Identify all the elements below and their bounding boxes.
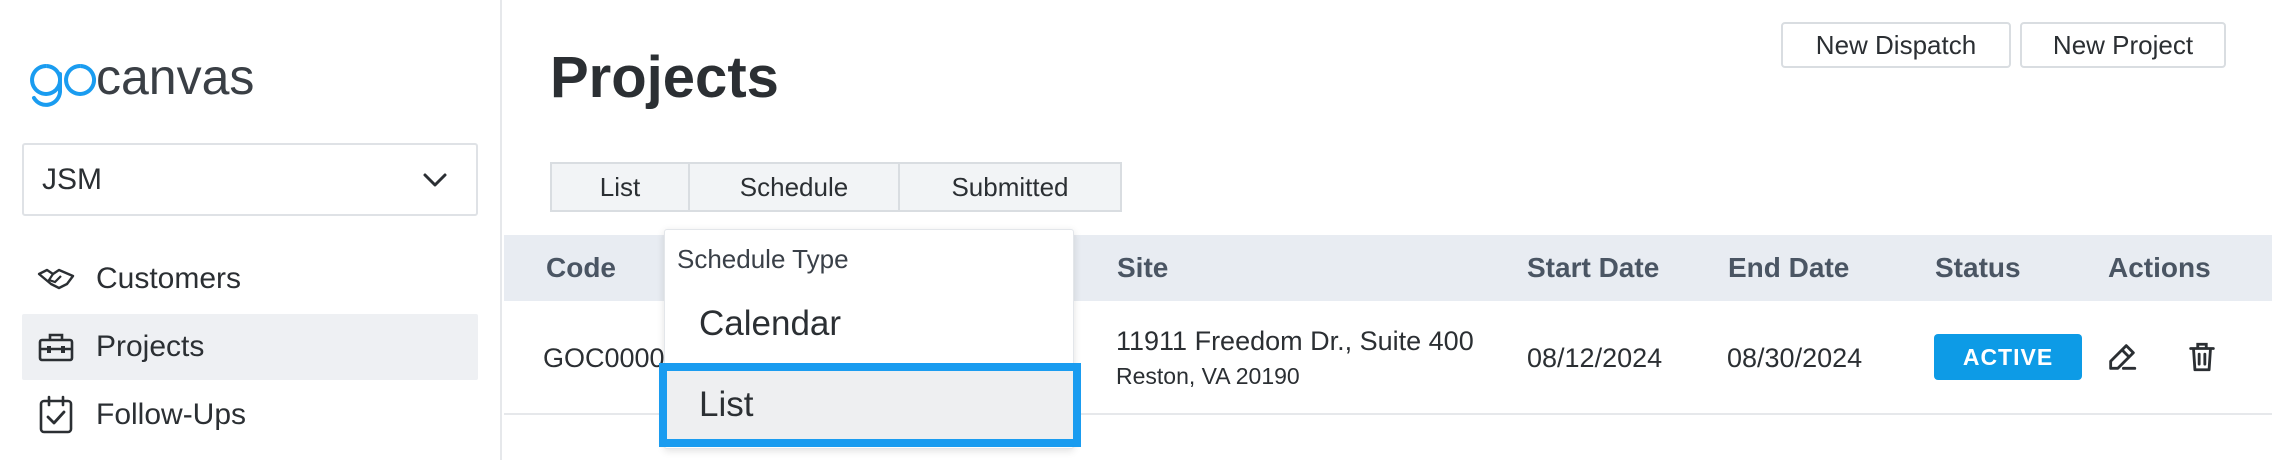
- sidebar-item-projects[interactable]: Projects: [22, 314, 478, 380]
- chevron-down-icon: [423, 173, 447, 186]
- sidebar-item-label: Follow-Ups: [96, 398, 247, 431]
- project-code[interactable]: GOC0000: [543, 301, 665, 415]
- main-content: Projects New Dispatch New Project List S…: [504, 0, 2272, 460]
- site-address-line1: 11911 Freedom Dr., Suite 400: [1116, 326, 1474, 356]
- column-header-code[interactable]: Code: [546, 235, 616, 301]
- view-tabs: List Schedule Submitted: [550, 162, 1122, 212]
- project-start-date: 08/12/2024: [1527, 342, 1663, 373]
- new-project-button[interactable]: New Project: [2020, 22, 2226, 68]
- column-header-status[interactable]: Status: [1935, 235, 2021, 301]
- toolbox-icon: [36, 327, 76, 367]
- column-header-site[interactable]: Site: [1117, 235, 1168, 301]
- sidebar-item-label: Customers: [96, 262, 242, 295]
- column-header-actions: Actions: [2108, 252, 2211, 283]
- project-end-date: 08/30/2024: [1727, 342, 1863, 373]
- tab-schedule[interactable]: Schedule: [690, 164, 900, 210]
- sidebar-item-follow-ups[interactable]: Follow-Ups: [22, 382, 478, 448]
- edit-icon[interactable]: [2105, 340, 2139, 374]
- account-name: JSM: [42, 162, 102, 196]
- svg-text:canvas: canvas: [96, 49, 254, 105]
- account-dropdown[interactable]: JSM: [22, 143, 478, 216]
- trash-icon[interactable]: [2185, 340, 2219, 374]
- column-header-start-date[interactable]: Start Date: [1527, 235, 1659, 301]
- logo-graphic: canvas: [30, 49, 254, 107]
- dropdown-header: Schedule Type: [677, 244, 849, 274]
- gocanvas-logo[interactable]: canvas: [22, 44, 322, 114]
- schedule-type-dropdown: Schedule Type Calendar List: [659, 229, 1081, 449]
- dropdown-option-calendar[interactable]: Calendar: [665, 288, 1075, 360]
- column-header-end-date[interactable]: End Date: [1728, 235, 1849, 301]
- sidebar: canvas JSM Customers Projects Follow-Ups: [0, 0, 502, 460]
- page-title: Projects: [550, 45, 779, 110]
- new-dispatch-button[interactable]: New Dispatch: [1781, 22, 2011, 68]
- dropdown-option-list[interactable]: List: [659, 363, 1081, 447]
- sidebar-item-customers[interactable]: Customers: [22, 246, 478, 312]
- handshake-icon: [36, 259, 76, 299]
- tab-list[interactable]: List: [552, 164, 690, 210]
- site-address-line2: Reston, VA 20190: [1116, 363, 1300, 389]
- status-badge: ACTIVE: [1934, 334, 2082, 380]
- calendar-check-icon: [36, 395, 76, 435]
- project-site: 11911 Freedom Dr., Suite 400 Reston, VA …: [1116, 301, 1474, 415]
- sidebar-item-label: Projects: [96, 330, 205, 363]
- tab-submitted[interactable]: Submitted: [900, 164, 1120, 210]
